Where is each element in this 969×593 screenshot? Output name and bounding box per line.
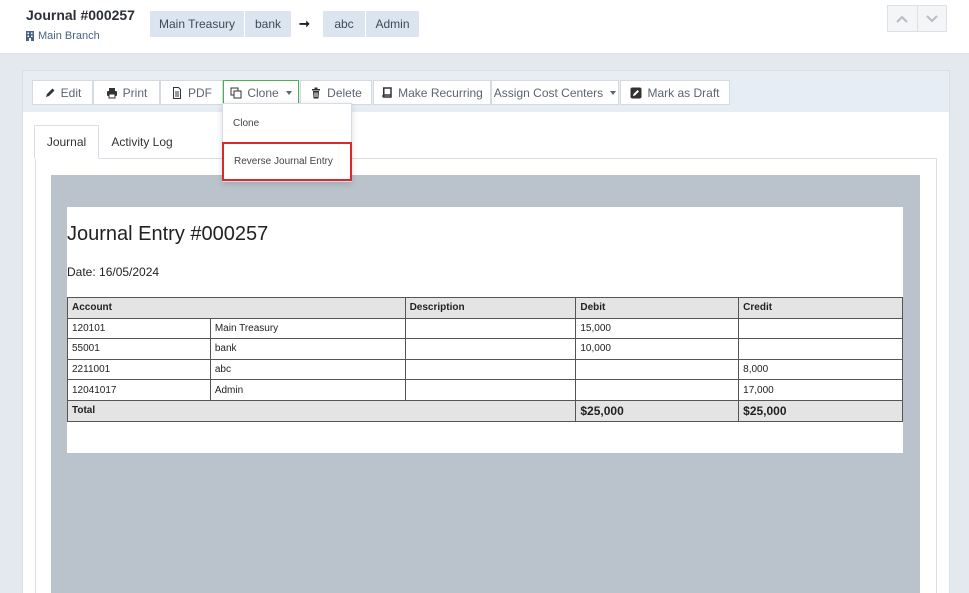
account-code: 2211001 xyxy=(67,358,211,381)
make-recurring-button[interactable]: Make Recurring xyxy=(373,80,491,105)
to-account-pill[interactable]: abc xyxy=(323,11,365,37)
page-title: Journal #000257 xyxy=(26,7,135,23)
printer-icon xyxy=(106,87,117,98)
edit-label: Edit xyxy=(60,85,82,100)
description-cell xyxy=(404,338,577,360)
total-credit: $25,000 xyxy=(738,399,903,422)
credit-cell xyxy=(738,317,903,340)
total-row: Total $25,000 $25,000 xyxy=(66,399,903,422)
edit-square-icon xyxy=(630,87,642,98)
credit-cell: 8,000 xyxy=(738,358,903,381)
column-header-credit: Credit xyxy=(738,297,903,319)
credit-cell xyxy=(738,338,903,360)
chevron-down-icon xyxy=(926,14,938,22)
next-record-button[interactable] xyxy=(916,6,947,31)
page-header: Journal #000257 Main Branch Main Treasur… xyxy=(0,0,969,54)
chevron-up-icon xyxy=(896,15,908,23)
previous-record-button[interactable] xyxy=(888,6,917,31)
table-row: 12041017 Admin 17,000 xyxy=(67,379,903,401)
mark-as-draft-label: Mark as Draft xyxy=(647,85,720,100)
mark-as-draft-button[interactable]: Mark as Draft xyxy=(620,80,730,105)
delete-label: Delete xyxy=(327,85,362,100)
pencil-icon xyxy=(45,88,55,97)
from-account-pill[interactable]: bank xyxy=(245,11,291,37)
clone-label: Clone xyxy=(247,85,279,100)
building-icon xyxy=(26,31,34,41)
branch-link[interactable]: Main Branch xyxy=(26,30,100,42)
account-name: bank xyxy=(209,338,406,360)
document-icon xyxy=(173,86,181,99)
credit-cell: 17,000 xyxy=(738,379,903,401)
menu-item-reverse-journal-entry[interactable]: Reverse Journal Entry xyxy=(222,142,352,181)
account-code: 120101 xyxy=(67,317,211,340)
book-icon xyxy=(382,86,392,98)
tab-activity-log[interactable]: Activity Log xyxy=(100,125,184,159)
caret-down-icon xyxy=(610,90,617,95)
debit-cell: 15,000 xyxy=(575,317,740,340)
table-row: 2211001 abc 8,000 xyxy=(67,358,903,381)
pdf-label: PDF xyxy=(188,85,212,100)
caret-down-icon xyxy=(285,90,292,95)
document-title: Journal Entry #000257 xyxy=(67,223,269,245)
copy-icon xyxy=(230,87,242,98)
branch-label: Main Branch xyxy=(38,30,100,42)
journal-entries-table: Account Description Debit Credit 120101 … xyxy=(66,297,903,422)
record-navigation xyxy=(887,5,947,32)
column-header-debit: Debit xyxy=(575,297,740,319)
account-code: 55001 xyxy=(67,338,211,360)
clone-dropdown-button[interactable]: Clone xyxy=(223,80,299,105)
print-label: Print xyxy=(122,85,148,100)
debit-cell: 10,000 xyxy=(575,338,740,360)
trash-icon xyxy=(312,87,321,98)
account-code: 12041017 xyxy=(67,379,211,401)
total-label: Total xyxy=(66,399,577,422)
assign-cost-centers-button[interactable]: Assign Cost Centers xyxy=(491,80,619,105)
table-row: 120101 Main Treasury 15,000 xyxy=(67,317,903,340)
from-account-pill[interactable]: Main Treasury xyxy=(150,11,244,37)
account-name: abc xyxy=(209,358,406,381)
edit-button[interactable]: Edit xyxy=(32,80,93,105)
account-name: Admin xyxy=(209,379,406,401)
assign-cost-centers-label: Assign Cost Centers xyxy=(493,85,604,100)
pdf-button[interactable]: PDF xyxy=(160,80,223,105)
description-cell xyxy=(404,358,577,381)
debit-cell xyxy=(575,358,740,381)
column-header-description: Description xyxy=(404,297,577,319)
column-header-account: Account xyxy=(67,297,406,319)
description-cell xyxy=(404,317,577,340)
delete-button[interactable]: Delete xyxy=(300,80,372,105)
make-recurring-label: Make Recurring xyxy=(398,85,483,100)
print-button[interactable]: Print xyxy=(93,80,160,105)
action-toolbar: Edit Print PDF Clone Delete Make Recurri… xyxy=(23,71,949,112)
table-row: 55001 bank 10,000 xyxy=(67,338,903,360)
description-cell xyxy=(404,379,577,401)
arrow-right-icon: ➞ xyxy=(299,16,310,31)
to-account-pill[interactable]: Admin xyxy=(366,11,419,37)
tab-journal[interactable]: Journal xyxy=(34,125,99,159)
debit-cell xyxy=(575,379,740,401)
clone-dropdown-menu: Clone Reverse Journal Entry xyxy=(222,103,352,182)
menu-item-clone[interactable]: Clone xyxy=(223,114,351,132)
account-name: Main Treasury xyxy=(209,317,406,340)
document-date: Date: 16/05/2024 xyxy=(67,265,160,279)
total-debit: $25,000 xyxy=(575,399,740,422)
